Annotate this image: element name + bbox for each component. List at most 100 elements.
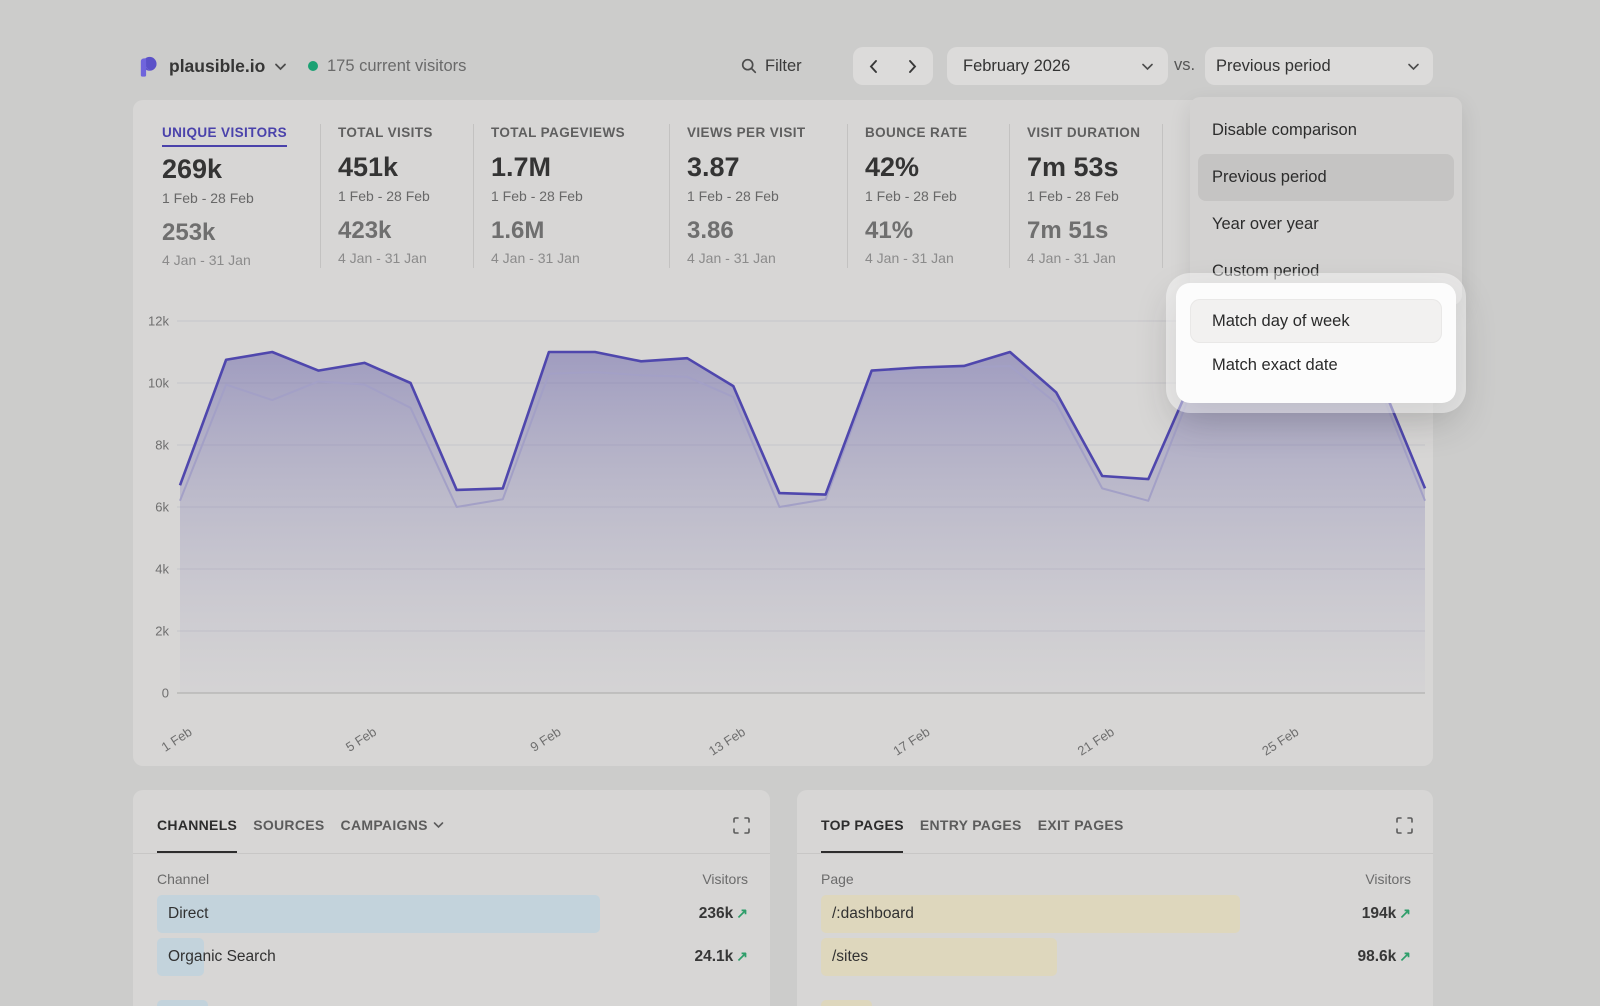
row-label[interactable]: /sites — [832, 948, 868, 966]
clipped-row-bar — [821, 1000, 872, 1006]
vs-label: vs. — [1174, 56, 1195, 75]
table-row-dashboard[interactable]: /:dashboard 194k↗ — [821, 895, 1411, 933]
tab-entry-pages[interactable]: ENTRY PAGES — [920, 817, 1022, 833]
divider — [797, 853, 1433, 854]
chevron-right-icon[interactable] — [908, 59, 918, 74]
svg-text:0: 0 — [162, 686, 169, 701]
stat-label: TOTAL PAGEVIEWS — [491, 125, 625, 145]
clipped-row-bar — [157, 1000, 208, 1006]
chevron-down-icon — [1407, 62, 1420, 71]
comparison-select[interactable]: Previous period — [1205, 47, 1433, 85]
stat-prev-value: 423k — [338, 217, 473, 245]
current-visitors-label: 175 current visitors — [327, 57, 466, 76]
page-rows: /:dashboard 194k↗ /sites 98.6k↗ — [821, 895, 1411, 981]
site-name: plausible.io — [169, 56, 265, 77]
trend-up-icon: ↗ — [1399, 948, 1411, 964]
column-headers: Page Visitors — [821, 871, 1411, 887]
row-value: 194k↗ — [1362, 905, 1411, 923]
stat-prev-period: 4 Jan - 31 Jan — [491, 250, 669, 266]
stat-value: 7m 53s — [1027, 152, 1162, 183]
trend-up-icon: ↗ — [1399, 905, 1411, 921]
stats-row: UNIQUE VISITORS 269k 1 Feb - 28 Feb 253k… — [162, 124, 1163, 268]
divider — [133, 853, 770, 854]
row-label[interactable]: /:dashboard — [832, 905, 914, 923]
stat-prev-value: 3.86 — [687, 217, 847, 245]
svg-text:9 Feb: 9 Feb — [527, 724, 563, 755]
svg-text:21 Feb: 21 Feb — [1075, 724, 1117, 759]
stat-value: 451k — [338, 152, 473, 183]
pages-panel: TOP PAGES ENTRY PAGES EXIT PAGES Page Vi… — [797, 790, 1433, 1006]
stat-value: 3.87 — [687, 152, 847, 183]
stat-period: 1 Feb - 28 Feb — [687, 188, 847, 204]
date-range-select[interactable]: February 2026 — [947, 47, 1168, 85]
stat-total-visits[interactable]: TOTAL VISITS 451k 1 Feb - 28 Feb 423k 4 … — [320, 124, 473, 268]
stat-visit-duration[interactable]: VISIT DURATION 7m 53s 1 Feb - 28 Feb 7m … — [1009, 124, 1163, 268]
stat-period: 1 Feb - 28 Feb — [338, 188, 473, 204]
tab-campaigns[interactable]: CAMPAIGNS — [341, 817, 444, 833]
stat-prev-value: 253k — [162, 219, 320, 247]
popup-item-match-day-of-week[interactable]: Match day of week — [1190, 299, 1442, 343]
table-row-sites[interactable]: /sites 98.6k↗ — [821, 938, 1411, 976]
stat-bounce-rate[interactable]: BOUNCE RATE 42% 1 Feb - 28 Feb 41% 4 Jan… — [847, 124, 1009, 268]
stat-label: VIEWS PER VISIT — [687, 125, 806, 145]
table-row-direct[interactable]: Direct 236k↗ — [157, 895, 748, 933]
current-visitors[interactable]: 175 current visitors — [308, 47, 466, 85]
plausible-logo-icon — [137, 55, 160, 78]
stat-label: TOTAL VISITS — [338, 125, 433, 145]
chevron-down-icon — [433, 821, 444, 829]
filter-label: Filter — [765, 57, 802, 76]
tab-channels[interactable]: CHANNELS — [157, 817, 237, 833]
comparison-menu: Disable comparison Previous period Year … — [1190, 97, 1462, 305]
stat-period: 1 Feb - 28 Feb — [865, 188, 1009, 204]
site-switcher[interactable]: plausible.io — [137, 47, 287, 85]
stat-views-per-visit[interactable]: VIEWS PER VISIT 3.87 1 Feb - 28 Feb 3.86… — [669, 124, 847, 268]
column-channel: Channel — [157, 871, 209, 887]
column-page: Page — [821, 871, 854, 887]
channels-panel: CHANNELS SOURCES CAMPAIGNS Channel Visit… — [133, 790, 770, 1006]
stat-prev-period: 4 Jan - 31 Jan — [1027, 250, 1162, 266]
search-icon — [741, 58, 757, 74]
comparison-label: Previous period — [1216, 57, 1331, 76]
stat-prev-value: 41% — [865, 217, 1009, 245]
svg-text:10k: 10k — [148, 376, 169, 391]
stat-value: 42% — [865, 152, 1009, 183]
tab-top-pages[interactable]: TOP PAGES — [821, 817, 904, 833]
svg-text:1 Feb: 1 Feb — [159, 724, 195, 755]
popup-item-match-exact-date[interactable]: Match exact date — [1190, 343, 1442, 387]
row-value: 24.1k↗ — [694, 948, 748, 966]
plausible-dashboard: { "header": { "site_name": "plausible.io… — [0, 0, 1600, 1006]
table-row-organic-search[interactable]: Organic Search 24.1k↗ — [157, 938, 748, 976]
tab-sources[interactable]: SOURCES — [253, 817, 324, 833]
stat-period: 1 Feb - 28 Feb — [1027, 188, 1162, 204]
expand-icon[interactable] — [1396, 817, 1413, 834]
top-bar: plausible.io 175 current visitors Filter… — [133, 47, 1433, 85]
svg-text:4k: 4k — [155, 562, 169, 577]
menu-item-year-over-year[interactable]: Year over year — [1190, 201, 1462, 248]
row-value: 98.6k↗ — [1357, 948, 1411, 966]
svg-text:2k: 2k — [155, 624, 169, 639]
match-mode-popup: Match day of week Match exact date — [1176, 283, 1456, 403]
stat-total-pageviews[interactable]: TOTAL PAGEVIEWS 1.7M 1 Feb - 28 Feb 1.6M… — [473, 124, 669, 268]
expand-icon[interactable] — [733, 817, 750, 834]
stat-unique-visitors[interactable]: UNIQUE VISITORS 269k 1 Feb - 28 Feb 253k… — [162, 124, 320, 268]
stat-period: 1 Feb - 28 Feb — [491, 188, 669, 204]
menu-item-previous-period[interactable]: Previous period — [1198, 154, 1454, 201]
menu-item-disable-comparison[interactable]: Disable comparison — [1190, 107, 1462, 154]
channels-tabs: CHANNELS SOURCES CAMPAIGNS — [157, 817, 444, 833]
row-label[interactable]: Direct — [168, 905, 208, 923]
stat-label: BOUNCE RATE — [865, 125, 967, 145]
chevron-left-icon[interactable] — [868, 59, 878, 74]
stat-prev-period: 4 Jan - 31 Jan — [687, 250, 847, 266]
trend-up-icon: ↗ — [736, 948, 748, 964]
stat-label: VISIT DURATION — [1027, 125, 1140, 145]
tab-exit-pages[interactable]: EXIT PAGES — [1038, 817, 1124, 833]
row-label[interactable]: Organic Search — [168, 948, 276, 966]
svg-text:25 Feb: 25 Feb — [1259, 724, 1301, 759]
stat-value: 1.7M — [491, 152, 669, 183]
stat-prev-value: 7m 51s — [1027, 217, 1162, 245]
svg-text:17 Feb: 17 Feb — [890, 724, 932, 759]
filter-button[interactable]: Filter — [741, 47, 802, 85]
stat-prev-period: 4 Jan - 31 Jan — [338, 250, 473, 266]
stat-prev-value: 1.6M — [491, 217, 669, 245]
tab-campaigns-label: CAMPAIGNS — [341, 817, 428, 833]
